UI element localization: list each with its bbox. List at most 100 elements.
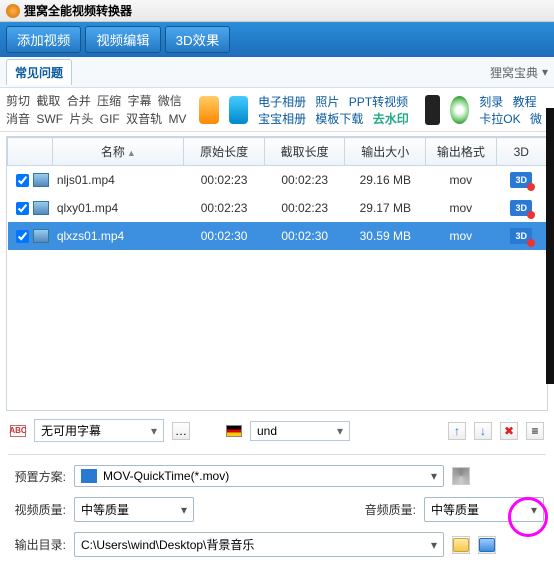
output-dir-select[interactable]: C:\Users\wind\Desktop\背景音乐 ▾ [74, 532, 444, 557]
promo-link[interactable]: 模板下载 [315, 112, 363, 126]
preset-select[interactable]: MOV-QuickTime(*.mov) ▾ [74, 465, 444, 487]
chevron-down-icon: ▾ [431, 469, 437, 483]
promo-link[interactable]: 电子相册 [258, 95, 306, 109]
promo-link[interactable]: 卡拉OK [479, 112, 520, 126]
lang-value: und [257, 424, 277, 438]
flag-icon [226, 425, 242, 437]
phone-icon [425, 95, 440, 125]
chevron-down-icon: ▾ [431, 538, 437, 552]
tag-link[interactable]: 片头 [69, 112, 93, 126]
disc-icon [450, 96, 469, 124]
cell-orig: 00:02:23 [184, 194, 265, 222]
faq-tab[interactable]: 常见问题 [6, 59, 72, 85]
subtitle-add-button[interactable]: … [172, 422, 190, 440]
quality-row: 视频质量: 中等质量 ▾ 音频质量: 中等质量 ▾ [10, 497, 544, 522]
table-row[interactable]: qlxy01.mp400:02:2300:02:2329.17 MBmov3D [8, 194, 547, 222]
tag-link[interactable]: 消音 [6, 112, 30, 126]
promo-link-watermark[interactable]: 去水印 [373, 112, 409, 126]
chevron-down-icon: ▾ [531, 503, 537, 517]
cell-name: nljs01.mp4 [53, 166, 184, 195]
video-file-icon [33, 201, 49, 215]
promo-link[interactable]: 刻录 [479, 95, 503, 109]
tag-group-1: 剪切 截取 合并 压缩 字幕 微信 消音 SWF 片头 GIF 双音轨 MV [6, 92, 189, 128]
tag-link[interactable]: 字幕 [127, 94, 151, 108]
chevron-down-icon: ▾ [181, 503, 187, 517]
video-file-icon [33, 173, 49, 187]
guide-link[interactable]: 狸窝宝典 ▾ [490, 64, 548, 81]
audio-quality-select[interactable]: 中等质量 ▾ [424, 497, 544, 522]
row-checkbox[interactable] [16, 230, 29, 243]
d3-icon[interactable]: 3D [510, 228, 532, 244]
link-group: 电子相册 照片 PPT转视频 宝宝相册 模板下载 去水印 [258, 93, 415, 127]
tag-link[interactable]: 剪切 [6, 94, 30, 108]
delete-button[interactable]: ✖ [500, 422, 518, 440]
move-up-button[interactable]: ↑ [448, 422, 466, 440]
title-bar: 狸窝全能视频转换器 [0, 0, 554, 22]
tag-link[interactable]: MV [168, 112, 186, 126]
row-checkbox[interactable] [16, 174, 29, 187]
d3-icon[interactable]: 3D [510, 172, 532, 188]
browse-button[interactable] [452, 536, 470, 554]
preset-value: MOV-QuickTime(*.mov) [103, 469, 229, 483]
promo-link[interactable]: 教程 [513, 95, 537, 109]
table-header-row: 名称▲ 原始长度 截取长度 输出大小 输出格式 3D [8, 138, 547, 166]
sort-icon: ▲ [127, 148, 136, 158]
file-table: 名称▲ 原始长度 截取长度 输出大小 输出格式 3D nljs01.mp400:… [7, 137, 547, 250]
video-quality-select[interactable]: 中等质量 ▾ [74, 497, 194, 522]
promo-link[interactable]: 照片 [315, 95, 339, 109]
link-group-2: 刻录 教程 卡拉OK 微 [479, 93, 548, 127]
lang-select[interactable]: und ▾ [250, 421, 350, 441]
col-cut[interactable]: 截取长度 [264, 138, 345, 166]
preset-settings-button[interactable] [452, 467, 470, 485]
chevron-down-icon: ▾ [151, 424, 157, 438]
subtitle-bar: ABC 无可用字幕 ▾ … und ▾ ↑ ↓ ✖ ≡ [0, 411, 554, 450]
d3-icon[interactable]: 3D [510, 200, 532, 216]
cell-size: 30.59 MB [345, 222, 426, 250]
tag-link[interactable]: 微信 [158, 94, 182, 108]
chevron-down-icon: ▾ [337, 424, 343, 438]
mov-icon [81, 469, 97, 483]
col-size[interactable]: 输出大小 [345, 138, 426, 166]
tag-link[interactable]: SWF [36, 112, 63, 126]
sub-bar: 常见问题 狸窝宝典 ▾ [0, 57, 554, 88]
tag-link[interactable]: 截取 [36, 94, 60, 108]
promo-link[interactable]: PPT转视频 [349, 95, 408, 109]
col-3d[interactable]: 3D [496, 138, 546, 166]
aq-label: 音频质量: [365, 501, 416, 518]
divider [8, 454, 546, 455]
main-toolbar: 添加视频 视频编辑 3D效果 [0, 22, 554, 57]
row-checkbox[interactable] [16, 202, 29, 215]
guide-label: 狸窝宝典 [490, 64, 538, 81]
table-row[interactable]: qlxzs01.mp400:02:3000:02:3030.59 MBmov3D [8, 222, 547, 250]
subtitle-value: 无可用字幕 [41, 422, 101, 439]
promo-link[interactable]: 微 [530, 112, 542, 126]
col-name[interactable]: 名称▲ [53, 138, 184, 166]
tag-link[interactable]: GIF [100, 112, 120, 126]
tag-link[interactable]: 合并 [67, 94, 91, 108]
settings-panel: 预置方案: MOV-QuickTime(*.mov) ▾ 视频质量: 中等质量 … [0, 459, 554, 563]
cell-cut: 00:02:23 [264, 194, 345, 222]
preset-row: 预置方案: MOV-QuickTime(*.mov) ▾ [10, 465, 544, 487]
vq-label: 视频质量: [10, 501, 66, 518]
promo-icon-2 [229, 96, 248, 124]
move-down-button[interactable]: ↓ [474, 422, 492, 440]
folder-open-icon [479, 538, 495, 552]
col-check[interactable] [8, 138, 53, 166]
out-label: 输出目录: [10, 536, 66, 553]
cell-orig: 00:02:30 [184, 222, 265, 250]
col-fmt[interactable]: 输出格式 [426, 138, 497, 166]
effect-3d-button[interactable]: 3D效果 [165, 26, 231, 53]
list-options-button[interactable]: ≡ [526, 422, 544, 440]
open-folder-button[interactable] [478, 536, 496, 554]
tag-link[interactable]: 双音轨 [126, 112, 162, 126]
tag-link[interactable]: 压缩 [97, 94, 121, 108]
preset-label: 预置方案: [10, 468, 66, 485]
chevron-down-icon: ▾ [542, 65, 548, 79]
vq-value: 中等质量 [81, 501, 129, 518]
subtitle-select[interactable]: 无可用字幕 ▾ [34, 419, 164, 442]
col-orig[interactable]: 原始长度 [184, 138, 265, 166]
edit-video-button[interactable]: 视频编辑 [85, 26, 160, 53]
add-video-button[interactable]: 添加视频 [6, 26, 81, 53]
promo-link[interactable]: 宝宝相册 [258, 112, 306, 126]
table-row[interactable]: nljs01.mp400:02:2300:02:2329.16 MBmov3D [8, 166, 547, 195]
